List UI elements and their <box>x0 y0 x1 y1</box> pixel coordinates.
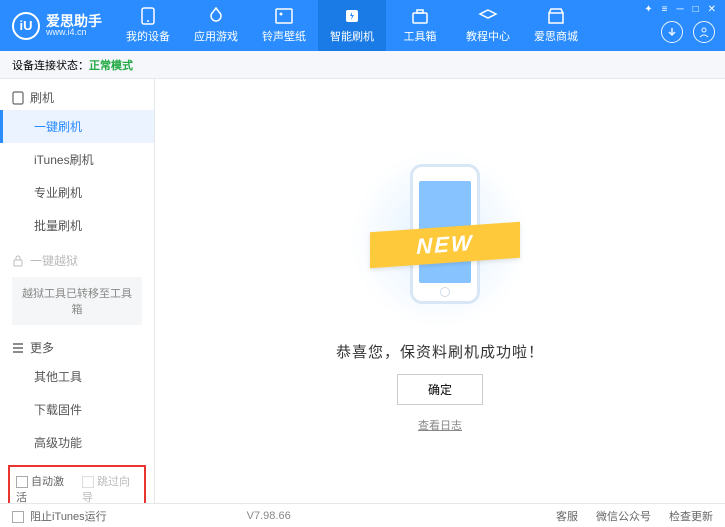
phone-small-icon <box>12 91 24 105</box>
list-icon <box>12 343 24 353</box>
version-label: V7.98.66 <box>247 510 291 522</box>
tab-my-device[interactable]: 我的设备 <box>114 0 182 51</box>
sidebar-group-more[interactable]: 更多 <box>0 329 154 360</box>
tab-ringtone-wallpaper[interactable]: 铃声壁纸 <box>250 0 318 51</box>
main-content: NEW 恭喜您，保资料刷机成功啦！ 确定 查看日志 <box>155 79 725 503</box>
view-log-link[interactable]: 查看日志 <box>418 417 462 433</box>
nav-tabs: 我的设备 应用游戏 铃声壁纸 智能刷机 工具箱 教程中心 爱思商城 <box>114 0 590 51</box>
sidebar-item-itunes-flash[interactable]: iTunes刷机 <box>0 143 154 176</box>
checkbox-auto-activate[interactable]: 自动激活 <box>16 473 72 503</box>
sidebar-item-batch-flash[interactable]: 批量刷机 <box>0 209 154 242</box>
logo-area: iU 爱思助手 www.i4.cn <box>0 12 114 40</box>
status-mode: 正常模式 <box>89 57 133 73</box>
maximize-icon[interactable]: □ <box>690 4 702 15</box>
success-message: 恭喜您，保资料刷机成功啦！ <box>336 341 544 362</box>
logo-icon: iU <box>12 12 40 40</box>
tab-toolbox[interactable]: 工具箱 <box>386 0 454 51</box>
footer-link-support[interactable]: 客服 <box>556 508 578 524</box>
settings-icon[interactable]: ✦ <box>641 4 655 15</box>
graduation-icon <box>478 7 498 25</box>
ok-button[interactable]: 确定 <box>397 374 483 405</box>
sidebar: 刷机 一键刷机 iTunes刷机 专业刷机 批量刷机 一键越狱 越狱工具已转移至… <box>0 79 155 503</box>
tab-tutorials[interactable]: 教程中心 <box>454 0 522 51</box>
app-url: www.i4.cn <box>46 28 102 37</box>
store-icon <box>546 7 566 25</box>
download-icon[interactable] <box>661 21 683 43</box>
sidebar-item-other-tools[interactable]: 其他工具 <box>0 360 154 393</box>
status-label: 设备连接状态： <box>12 57 89 73</box>
toolbox-icon <box>410 7 430 25</box>
sidebar-item-oneclick-flash[interactable]: 一键刷机 <box>0 110 154 143</box>
footer-link-update[interactable]: 检查更新 <box>669 508 713 524</box>
menu-icon[interactable]: ≡ <box>659 4 671 15</box>
tab-store[interactable]: 爱思商城 <box>522 0 590 51</box>
checkbox-skip-guide[interactable]: 跳过向导 <box>82 473 138 503</box>
checkbox-block-itunes[interactable]: 阻止iTunes运行 <box>12 508 107 524</box>
tab-smart-flash[interactable]: 智能刷机 <box>318 0 386 51</box>
sidebar-item-download-firmware[interactable]: 下载固件 <box>0 393 154 426</box>
phone-icon <box>138 7 158 25</box>
lock-icon <box>12 255 24 267</box>
app-header: iU 爱思助手 www.i4.cn 我的设备 应用游戏 铃声壁纸 智能刷机 工具… <box>0 0 725 51</box>
status-bar: 设备连接状态： 正常模式 <box>0 51 725 79</box>
user-icons <box>661 21 715 43</box>
footer: 阻止iTunes运行 V7.98.66 客服 微信公众号 检查更新 <box>0 503 725 527</box>
sidebar-item-pro-flash[interactable]: 专业刷机 <box>0 176 154 209</box>
sidebar-item-advanced[interactable]: 高级功能 <box>0 426 154 459</box>
close-icon[interactable]: ✕ <box>705 4 719 15</box>
flash-icon <box>342 7 362 25</box>
apps-icon <box>206 7 226 25</box>
sidebar-group-flash[interactable]: 刷机 <box>0 79 154 110</box>
minimize-icon[interactable]: ─ <box>673 4 686 15</box>
window-controls: ✦ ≡ ─ □ ✕ <box>641 4 719 15</box>
tab-apps-games[interactable]: 应用游戏 <box>182 0 250 51</box>
user-icon[interactable] <box>693 21 715 43</box>
sidebar-jailbreak-note[interactable]: 越狱工具已转移至工具箱 <box>12 277 142 325</box>
success-illustration: NEW <box>350 149 530 329</box>
image-icon <box>274 7 294 25</box>
sidebar-group-jailbreak: 一键越狱 <box>0 242 154 273</box>
app-title: 爱思助手 <box>46 14 102 28</box>
footer-link-wechat[interactable]: 微信公众号 <box>596 508 651 524</box>
options-highlight: 自动激活 跳过向导 <box>8 465 146 503</box>
